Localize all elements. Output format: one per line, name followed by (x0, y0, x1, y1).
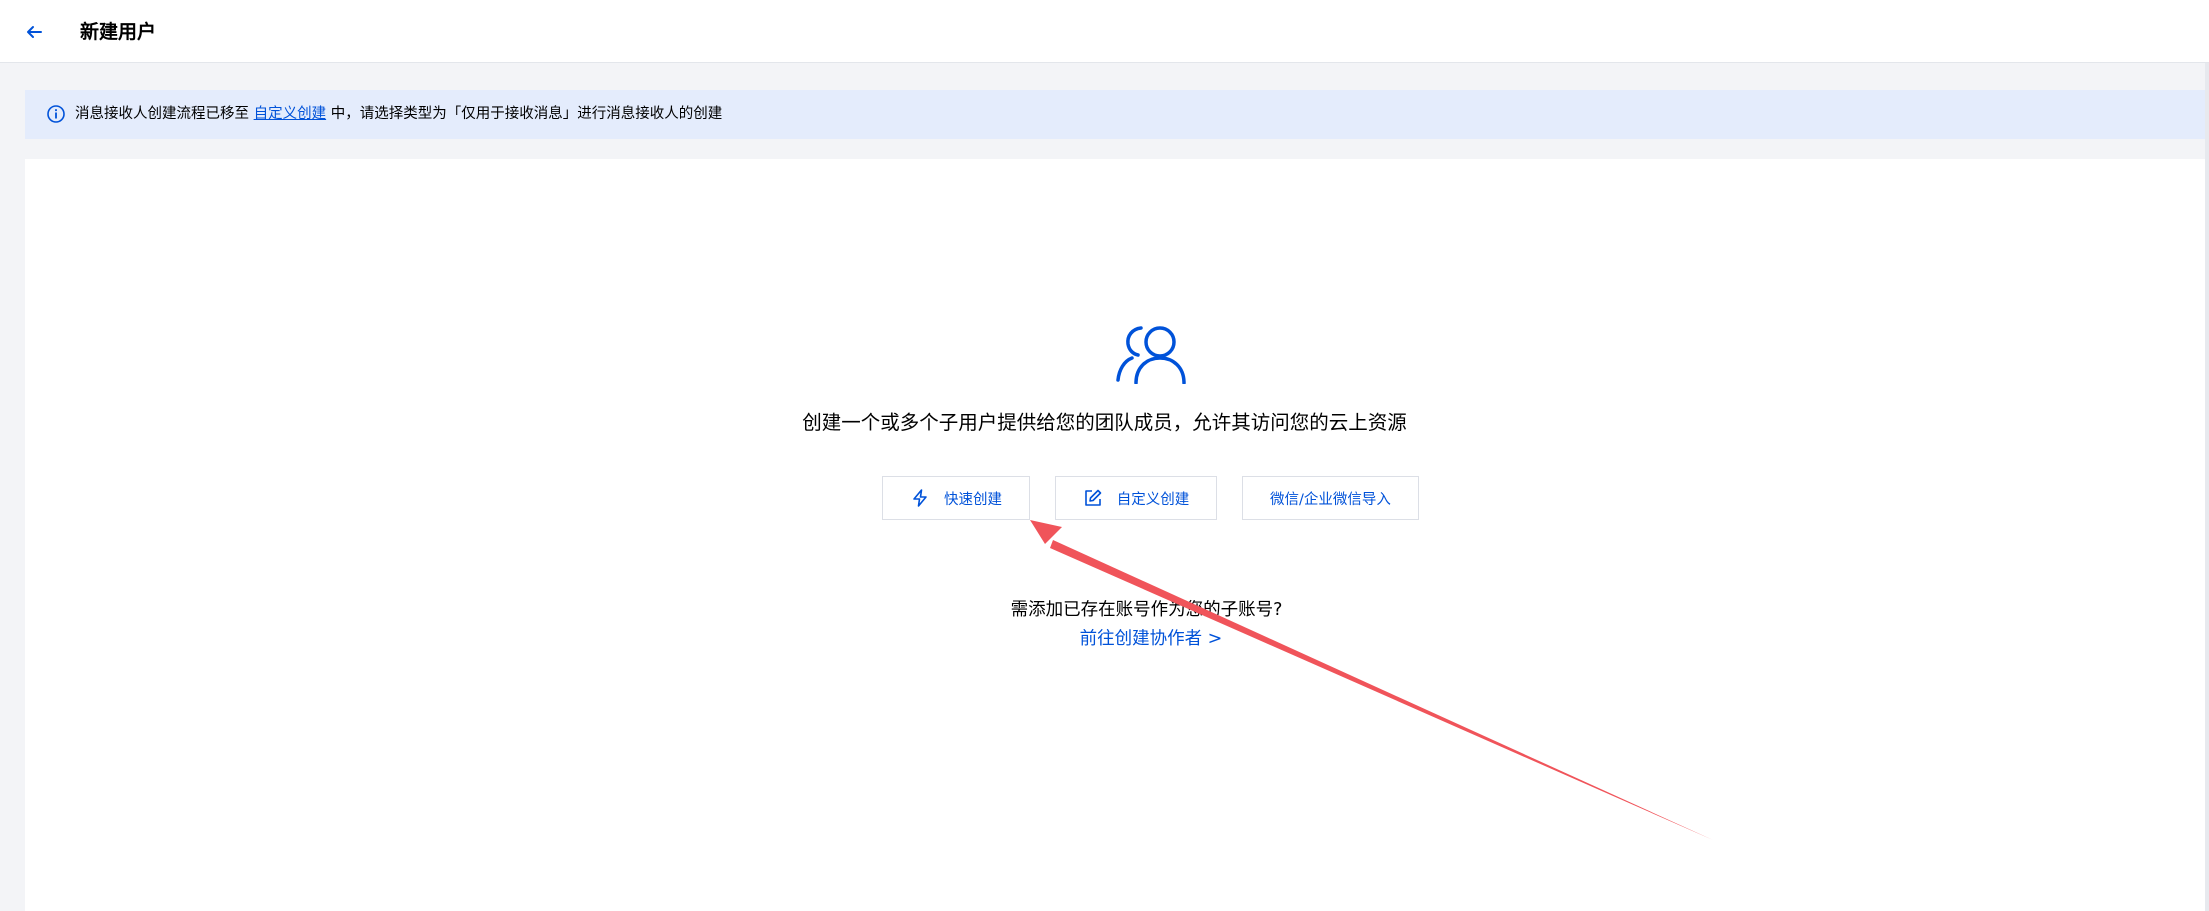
notice-text: 消息接收人创建流程已移至 自定义创建 中，请选择类型为「仅用于接收消息」进行消息… (75, 103, 722, 125)
wechat-import-label: 微信/企业微信导入 (1270, 491, 1391, 508)
edit-icon (1083, 488, 1103, 508)
quick-create-button[interactable]: 快速创建 (882, 476, 1030, 520)
custom-create-link[interactable]: 自定义创建 (254, 106, 327, 122)
lightning-icon (910, 488, 930, 508)
page-title: 新建用户 (80, 21, 157, 43)
scrollbar-track[interactable] (2205, 63, 2209, 911)
custom-create-button[interactable]: 自定义创建 (1055, 476, 1217, 520)
back-button[interactable] (20, 18, 48, 46)
top-bar: 新建用户 (0, 0, 2209, 63)
notice-banner: 消息接收人创建流程已移至 自定义创建 中，请选择类型为「仅用于接收消息」进行消息… (25, 90, 2209, 139)
custom-create-label: 自定义创建 (1116, 491, 1190, 508)
collaborator-link-row: 前往创建协作者 > (0, 626, 2209, 652)
notice-text-after: 中，请选择类型为「仅用于接收消息」进行消息接收人的创建 (330, 106, 723, 122)
existing-account-question: 需添加已存在账号作为您的子账号? (1010, 600, 1283, 620)
wechat-import-button[interactable]: 微信/企业微信导入 (1242, 476, 1419, 520)
info-circle-icon (47, 105, 65, 123)
create-user-description: 创建一个或多个子用户提供给您的团队成员，允许其访问您的云上资源 (802, 411, 1407, 434)
create-collaborator-link[interactable]: 前往创建协作者 > (1080, 629, 1223, 649)
arrow-left-icon (27, 26, 42, 38)
create-user-card (25, 159, 2209, 911)
notice-text-before: 消息接收人创建流程已移至 (75, 106, 249, 122)
quick-create-label: 快速创建 (944, 491, 1002, 508)
users-icon (1116, 326, 1186, 384)
